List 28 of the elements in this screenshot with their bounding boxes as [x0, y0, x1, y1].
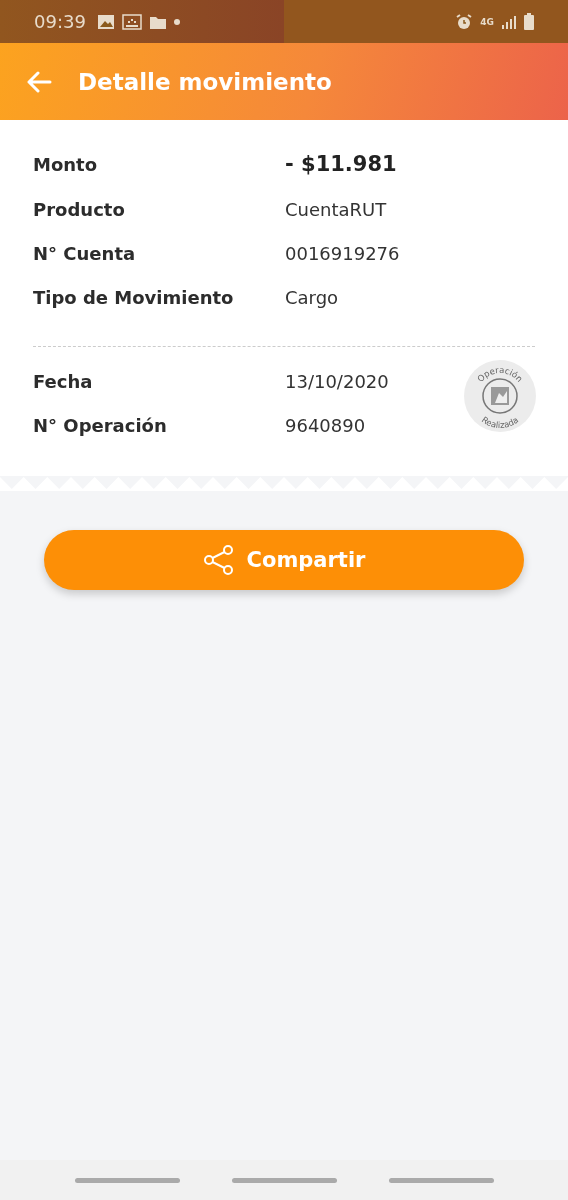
share-icon: [202, 545, 235, 575]
nav-gesture-bar[interactable]: [388, 1177, 494, 1183]
field-label: Monto: [33, 154, 99, 175]
field-label: N° Operación: [33, 415, 168, 436]
gallery-icon: [121, 13, 142, 30]
field-label: Tipo de Movimiento: [33, 287, 235, 308]
field-value: 13/10/2020: [285, 371, 389, 392]
dot-icon: [173, 18, 180, 25]
signal-icon: [501, 14, 517, 29]
network-label: 4G: [480, 16, 494, 27]
image-icon: [96, 13, 115, 30]
alarm-icon: [455, 12, 474, 31]
nav-gesture-bar[interactable]: [74, 1177, 180, 1183]
status-time: 09:39: [34, 11, 86, 32]
operation-stamp: Operación Realizada: [463, 359, 537, 433]
back-arrow-icon[interactable]: [26, 70, 52, 93]
field-label: Producto: [33, 199, 126, 220]
field-value: Cargo: [285, 287, 339, 308]
field-value: 9640890: [285, 415, 366, 436]
share-button[interactable]: Compartir: [44, 530, 524, 590]
field-label: N° Cuenta: [33, 243, 137, 264]
field-value: 0016919276: [285, 243, 400, 264]
field-value: CuentaRUT: [285, 199, 387, 220]
field-label: Fecha: [33, 371, 94, 392]
screen-title: Detalle movimiento: [78, 68, 332, 95]
battery-icon: [524, 13, 534, 30]
amount-value: - $11.981: [285, 152, 397, 176]
nav-gesture-bar[interactable]: [231, 1177, 337, 1183]
